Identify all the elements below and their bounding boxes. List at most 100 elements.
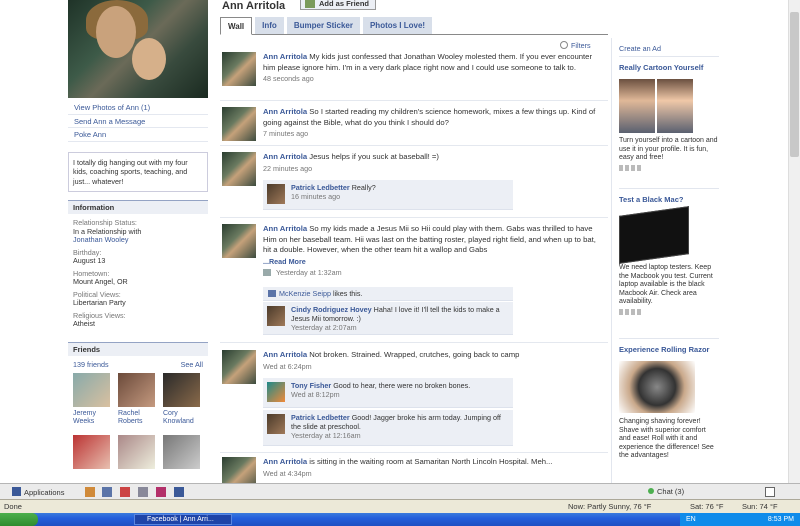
poster-name[interactable]: Ann Arritola	[263, 52, 307, 61]
friend-item[interactable]	[118, 434, 155, 472]
post-divider	[220, 100, 608, 101]
friend-photo[interactable]	[163, 434, 200, 469]
profile-picture[interactable]	[68, 0, 208, 98]
ad-cartoon[interactable]: Really Cartoon Yourself Turn yourself in…	[619, 63, 719, 171]
comment: Cindy Rodriguez Hovey Haha! I love it! I…	[263, 302, 513, 335]
applications-label: Applications	[24, 488, 65, 497]
notes-app-icon[interactable]	[138, 487, 148, 497]
poster-name[interactable]: Ann Arritola	[263, 457, 307, 466]
poster-name[interactable]: Ann Arritola	[263, 224, 307, 233]
friend-item[interactable]: Rachel Roberts	[118, 372, 155, 427]
friend-first-name[interactable]: Cory	[163, 410, 200, 419]
birthday-value: August 13	[73, 256, 106, 265]
liker-name[interactable]: McKenzie Seipp	[279, 289, 331, 298]
tab-bumper-sticker[interactable]: Bumper Sticker	[286, 17, 360, 34]
ad-description: We need laptop testers. Keep the Macbook…	[619, 264, 713, 305]
applications-menu[interactable]: Applications	[12, 487, 64, 497]
send-message-link[interactable]: Send Ann a Message	[68, 115, 208, 128]
commenter-name[interactable]: Cindy Rodriguez Hovey	[291, 305, 372, 314]
photo-detail	[96, 6, 136, 58]
commenter-name[interactable]: Tony Fisher	[291, 381, 331, 390]
filters-label: Filters	[571, 41, 591, 50]
view-photos-link[interactable]: View Photos of Ann (1)	[68, 101, 208, 115]
post-time: 7 minutes ago	[263, 129, 309, 138]
commenter-name[interactable]: Patrick Ledbetter	[291, 183, 350, 192]
clock[interactable]: 8:53 PM	[768, 513, 794, 526]
post-time: Wed at 4:34pm	[263, 468, 312, 478]
language-indicator[interactable]: EN	[686, 516, 696, 523]
post-text: is sitting in the waiting room at Samari…	[309, 457, 553, 466]
friend-first-name[interactable]: Jeremy	[73, 410, 110, 419]
poster-avatar[interactable]	[222, 107, 256, 141]
chat-button[interactable]: Chat (3)	[648, 487, 684, 496]
start-button[interactable]	[0, 513, 38, 526]
poster-avatar[interactable]	[222, 457, 256, 483]
ad-black-mac[interactable]: Test a Black Mac? We need laptop testers…	[619, 195, 719, 315]
friend-last-name[interactable]: Weeks	[73, 418, 110, 427]
post-time: Wed at 6:24pm	[263, 362, 312, 371]
weather-sun[interactable]: Sun: 74 °F	[742, 502, 778, 511]
likes-row: McKenzie Seipp likes this.	[263, 287, 513, 301]
weather-sat[interactable]: Sat: 76 °F	[690, 502, 723, 511]
commenter-name[interactable]: Patrick Ledbetter	[291, 413, 350, 422]
ad-rating-icons[interactable]	[619, 308, 641, 315]
filters-link[interactable]: Filters	[560, 41, 591, 50]
friend-photo[interactable]	[118, 372, 155, 407]
read-more-link[interactable]: ...Read More	[263, 257, 306, 266]
poster-name[interactable]: Ann Arritola	[263, 107, 307, 116]
friend-item[interactable]: Jeremy Weeks	[73, 372, 110, 427]
poster-name[interactable]: Ann Arritola	[263, 152, 307, 161]
commenter-avatar[interactable]	[267, 382, 285, 402]
taskbar-window-button[interactable]: Facebook | Ann Arri...	[134, 514, 232, 525]
friend-last-name[interactable]: Knowland	[163, 418, 200, 427]
poster-avatar[interactable]	[222, 52, 256, 86]
razor-image[interactable]	[619, 361, 695, 413]
ad-title[interactable]: Experience Rolling Razor	[619, 345, 719, 357]
relationship-partner-link[interactable]: Jonathan Wooley	[73, 235, 203, 245]
friend-photo[interactable]	[73, 372, 110, 407]
add-friend-button[interactable]: Add as Friend	[300, 0, 377, 10]
tab-info[interactable]: Info	[255, 17, 284, 34]
friend-item[interactable]	[73, 434, 110, 472]
page-scrollbar[interactable]	[788, 0, 800, 483]
commenter-avatar[interactable]	[267, 414, 285, 434]
commenter-avatar[interactable]	[267, 184, 285, 204]
tab-wall[interactable]: Wall	[220, 17, 253, 35]
information-heading: Information	[68, 200, 208, 214]
tab-photos-i-love[interactable]: Photos I Love!	[362, 17, 433, 34]
scrollbar-thumb[interactable]	[790, 12, 799, 157]
video-app-icon[interactable]	[156, 487, 166, 497]
ad-title[interactable]: Test a Black Mac?	[619, 195, 719, 207]
create-ad-link[interactable]: Create an Ad	[612, 38, 721, 53]
friend-first-name[interactable]: Rachel	[118, 410, 155, 419]
poster-avatar[interactable]	[222, 152, 256, 186]
popout-icon[interactable]	[765, 487, 775, 497]
laptop-image[interactable]	[619, 206, 689, 264]
friends-app-icon[interactable]	[102, 487, 112, 497]
photos-app-icon[interactable]	[85, 487, 95, 497]
friend-photo[interactable]	[73, 434, 110, 469]
poster-avatar[interactable]	[222, 224, 256, 258]
friends-count-link[interactable]: 139 friends	[73, 360, 109, 369]
events-app-icon[interactable]	[120, 487, 130, 497]
friend-photo[interactable]	[163, 372, 200, 407]
weather-now[interactable]: Now: Partly Sunny, 76 °F	[568, 502, 651, 511]
poster-name[interactable]: Ann Arritola	[263, 350, 307, 359]
post-time: 48 seconds ago	[263, 74, 314, 83]
ad-photo	[619, 79, 655, 133]
poke-link[interactable]: Poke Ann	[68, 128, 208, 142]
commenter-avatar[interactable]	[267, 306, 285, 326]
friend-item[interactable]: Cory Knowland	[163, 372, 200, 427]
friend-item[interactable]	[163, 434, 200, 472]
fan-app-icon[interactable]	[174, 487, 184, 497]
friend-photo[interactable]	[118, 434, 155, 469]
post-divider	[220, 217, 608, 218]
ad-rating-icons[interactable]	[619, 164, 641, 171]
friend-last-name[interactable]: Roberts	[118, 418, 155, 427]
ad-image[interactable]	[619, 79, 719, 133]
ad-rolling-razor[interactable]: Experience Rolling Razor Changing shavin…	[619, 345, 719, 461]
see-all-link[interactable]: See All	[181, 360, 203, 369]
status-text: Done	[4, 502, 22, 511]
poster-avatar[interactable]	[222, 350, 256, 384]
ad-title[interactable]: Really Cartoon Yourself	[619, 63, 719, 75]
